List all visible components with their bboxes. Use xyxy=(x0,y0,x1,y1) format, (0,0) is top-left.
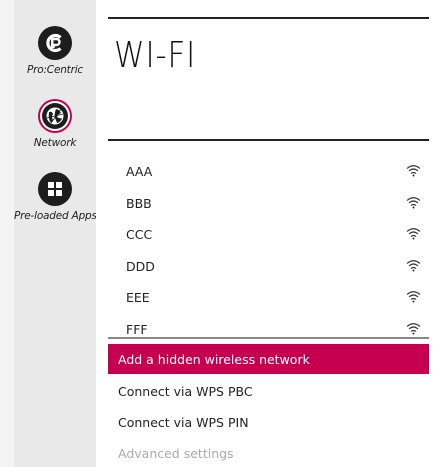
main-panel: WI-FI AAA BBB CCC DDD EEE FFF Add a hidd… xyxy=(96,0,437,467)
apps-grid-icon xyxy=(38,172,72,206)
network-name: CCC xyxy=(126,227,153,243)
wps-pin-button[interactable]: Connect via WPS PIN xyxy=(108,407,429,437)
network-name: FFF xyxy=(126,321,148,337)
procentric-logo-icon xyxy=(38,26,72,60)
action-label: Advanced settings xyxy=(118,445,234,461)
add-hidden-network-button[interactable]: Add a hidden wireless network xyxy=(108,344,429,374)
network-name: AAA xyxy=(126,164,153,180)
sidebar-item-label: Network xyxy=(33,137,77,149)
network-item-fff[interactable]: FFF xyxy=(108,314,429,340)
sidebar-item-network[interactable]: Network xyxy=(14,99,96,149)
action-label: Add a hidden wireless network xyxy=(118,351,310,367)
wps-pbc-button[interactable]: Connect via WPS PBC xyxy=(108,376,429,406)
sidebar-item-procentric[interactable]: Pro:Centric xyxy=(14,26,96,76)
header-divider-top xyxy=(108,17,429,19)
header-divider-bottom xyxy=(108,139,429,141)
network-name: EEE xyxy=(126,290,150,306)
wifi-signal-icon xyxy=(406,322,421,334)
action-label: Connect via WPS PBC xyxy=(118,383,253,399)
network-item-bbb[interactable]: BBB xyxy=(108,188,429,220)
sidebar-item-label: Pro:Centric xyxy=(27,64,83,76)
action-label: Connect via WPS PIN xyxy=(118,414,249,430)
globe-network-icon xyxy=(38,99,72,133)
sidebar-item-label: Pre-loaded Apps xyxy=(14,210,97,222)
network-name: BBB xyxy=(126,195,152,211)
network-item-ccc[interactable]: CCC xyxy=(108,219,429,251)
wifi-signal-icon xyxy=(406,291,421,303)
wifi-signal-icon xyxy=(406,196,421,208)
sidebar: Pro:Centric Network Pre-loaded Apps xyxy=(14,0,97,467)
wifi-signal-icon xyxy=(406,228,421,240)
list-divider xyxy=(108,337,429,339)
wifi-signal-icon xyxy=(406,165,421,177)
page-title: WI-FI xyxy=(114,35,197,76)
network-item-eee[interactable]: EEE xyxy=(108,282,429,314)
network-name: DDD xyxy=(126,258,155,274)
network-item-aaa[interactable]: AAA xyxy=(108,156,429,188)
network-item-ddd[interactable]: DDD xyxy=(108,251,429,283)
advanced-settings-button[interactable]: Advanced settings xyxy=(108,438,429,467)
sidebar-item-preloaded-apps[interactable]: Pre-loaded Apps xyxy=(14,172,97,222)
network-list[interactable]: AAA BBB CCC DDD EEE FFF xyxy=(108,156,429,339)
wifi-signal-icon xyxy=(406,259,421,271)
